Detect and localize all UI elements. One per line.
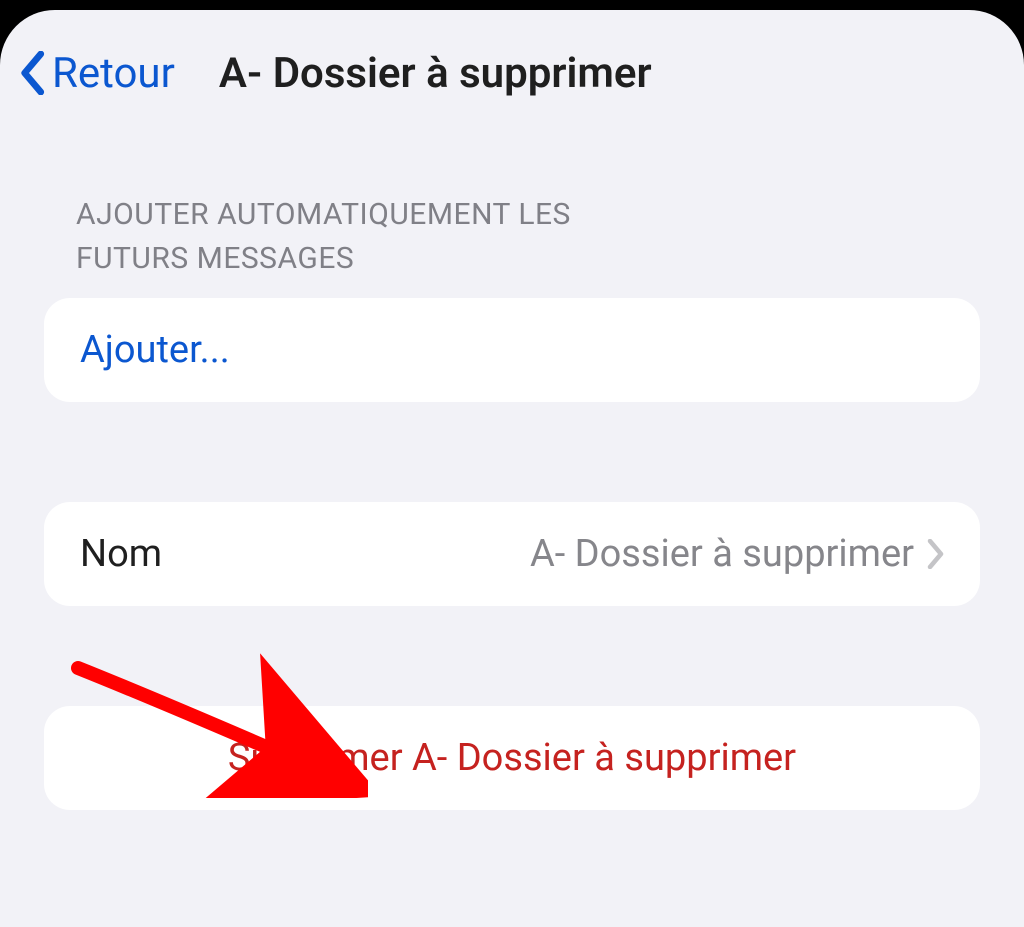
delete-label: Supprimer A- Dossier à supprimer <box>80 736 944 780</box>
name-row[interactable]: Nom A- Dossier à supprimer <box>44 502 980 606</box>
chevron-right-icon <box>926 539 944 569</box>
add-button[interactable]: Ajouter... <box>44 298 980 402</box>
content: AJOUTER AUTOMATIQUEMENT LES FUTURS MESSA… <box>0 108 1024 810</box>
auto-add-card: Ajouter... <box>44 298 980 402</box>
back-label: Retour <box>52 49 175 98</box>
spacer <box>44 606 980 706</box>
back-button[interactable]: Retour <box>18 49 175 98</box>
page-title: A- Dossier à supprimer <box>175 49 1006 98</box>
name-label: Nom <box>80 532 162 576</box>
name-card: Nom A- Dossier à supprimer <box>44 502 980 606</box>
section-header-auto-add: AJOUTER AUTOMATIQUEMENT LES FUTURS MESSA… <box>44 193 980 298</box>
nav-bar: Retour A- Dossier à supprimer <box>0 28 1024 108</box>
chevron-left-icon <box>18 51 46 95</box>
section-header-line2: FUTURS MESSAGES <box>76 241 354 276</box>
add-label: Ajouter... <box>80 328 230 372</box>
settings-screen: Retour A- Dossier à supprimer AJOUTER AU… <box>0 10 1024 927</box>
spacer <box>44 402 980 502</box>
section-header-line1: AJOUTER AUTOMATIQUEMENT LES <box>76 197 571 232</box>
delete-card: Supprimer A- Dossier à supprimer <box>44 706 980 810</box>
delete-button[interactable]: Supprimer A- Dossier à supprimer <box>44 706 980 810</box>
name-value: A- Dossier à supprimer <box>162 532 926 576</box>
